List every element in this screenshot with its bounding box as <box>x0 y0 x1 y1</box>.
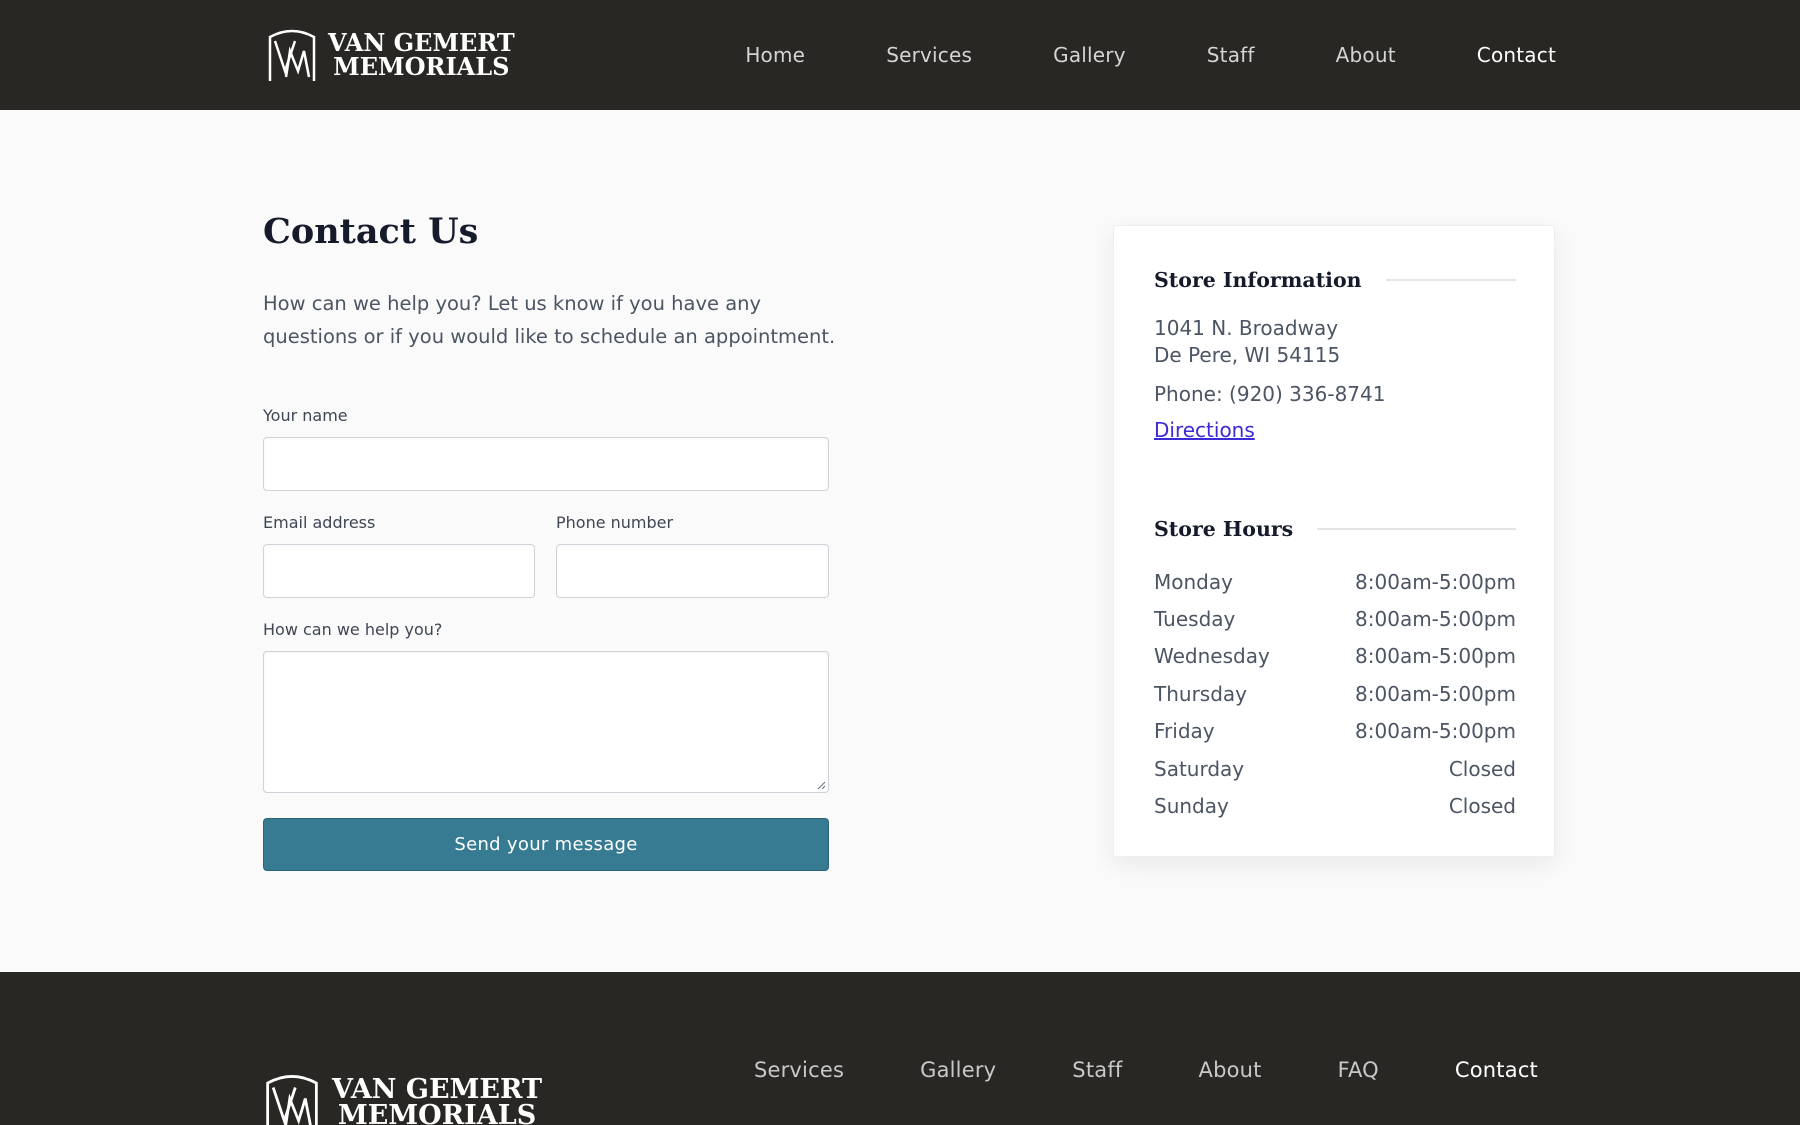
footer-nav-staff[interactable]: Staff <box>1072 1058 1122 1082</box>
footer-nav: Services Gallery Staff About FAQ Contact <box>754 1034 1538 1106</box>
message-label: How can we help you? <box>263 620 443 639</box>
hours-time: 8:00am-5:00pm <box>1355 569 1516 594</box>
vm-monogram-icon <box>266 1075 318 1125</box>
store-address: 1041 N. Broadway De Pere, WI 54115 <box>1154 315 1340 369</box>
address-line-1: 1041 N. Broadway <box>1154 316 1339 340</box>
name-label: Your name <box>263 406 348 425</box>
hours-time: Closed <box>1448 756 1516 781</box>
store-info-heading-row: Store Information <box>1154 268 1516 292</box>
footer-nav-faq[interactable]: FAQ <box>1338 1058 1379 1082</box>
email-input[interactable] <box>264 545 534 597</box>
phone-field-wrapper <box>556 544 829 598</box>
hours-time: 8:00am-5:00pm <box>1355 681 1516 706</box>
nav-services[interactable]: Services <box>886 43 972 67</box>
header-logo[interactable]: VAN GEMERT MEMORIALS <box>266 27 515 83</box>
heading-divider <box>1385 279 1516 281</box>
name-field-wrapper <box>263 437 829 491</box>
logo-line-2: MEMORIALS <box>337 1100 537 1125</box>
nav-contact[interactable]: Contact <box>1477 43 1556 67</box>
hours-time: 8:00am-5:00pm <box>1355 644 1516 669</box>
site-header: VAN GEMERT MEMORIALS Home Services Galle… <box>0 0 1800 110</box>
logo-wordmark: VAN GEMERT MEMORIALS <box>328 31 515 78</box>
store-hours-heading: Store Hours <box>1154 517 1294 541</box>
heading-divider <box>1317 528 1516 530</box>
hours-time: Closed <box>1448 794 1516 819</box>
hours-day: Tuesday <box>1154 607 1236 632</box>
footer-nav-about[interactable]: About <box>1199 1058 1262 1082</box>
hours-day: Saturday <box>1154 756 1245 781</box>
hours-list: Monday 8:00am-5:00pm Tuesday 8:00am-5:00… <box>1154 563 1516 825</box>
store-hours-heading-row: Store Hours <box>1154 517 1516 541</box>
nav-gallery[interactable]: Gallery <box>1053 43 1126 67</box>
resize-handle-icon[interactable] <box>817 781 826 790</box>
name-input[interactable] <box>264 438 828 490</box>
footer-nav-services[interactable]: Services <box>754 1058 844 1082</box>
nav-about[interactable]: About <box>1336 43 1396 67</box>
hours-day: Wednesday <box>1154 644 1270 669</box>
email-label: Email address <box>263 513 376 532</box>
directions-link[interactable]: Directions <box>1154 418 1255 442</box>
logo-wordmark: VAN GEMERT MEMORIALS <box>332 1075 542 1125</box>
hours-day: Sunday <box>1154 794 1229 819</box>
hours-time: 8:00am-5:00pm <box>1355 607 1516 632</box>
message-textarea[interactable] <box>264 652 828 792</box>
hours-row-saturday: Saturday Closed <box>1154 750 1516 787</box>
hours-time: 8:00am-5:00pm <box>1355 719 1516 744</box>
nav-home[interactable]: Home <box>745 43 805 67</box>
phone-label: Phone number <box>556 513 674 532</box>
hours-row-friday: Friday 8:00am-5:00pm <box>1154 713 1516 750</box>
footer-logo[interactable]: VAN GEMERT MEMORIALS <box>262 1072 542 1125</box>
store-phone: Phone: (920) 336-8741 <box>1154 382 1386 406</box>
hours-row-wednesday: Wednesday 8:00am-5:00pm <box>1154 638 1516 675</box>
logo-line-2: MEMORIALS <box>333 52 510 81</box>
hours-day: Friday <box>1154 719 1215 744</box>
footer-nav-gallery[interactable]: Gallery <box>920 1058 996 1082</box>
page-title: Contact Us <box>263 211 479 252</box>
footer-nav-contact[interactable]: Contact <box>1455 1058 1538 1082</box>
site-footer: VAN GEMERT MEMORIALS Services Gallery St… <box>0 972 1800 1125</box>
send-message-button[interactable]: Send your message <box>263 818 829 871</box>
hours-day: Thursday <box>1154 681 1247 706</box>
hours-day: Monday <box>1154 569 1233 594</box>
email-field-wrapper <box>263 544 535 598</box>
message-field-wrapper <box>263 651 829 793</box>
store-info-heading: Store Information <box>1154 268 1362 292</box>
hours-row-thursday: Thursday 8:00am-5:00pm <box>1154 675 1516 712</box>
phone-input[interactable] <box>557 545 828 597</box>
header-nav: Home Services Gallery Staff About Contac… <box>745 0 1556 110</box>
store-info-card: Store Information 1041 N. Broadway De Pe… <box>1113 225 1555 857</box>
vm-monogram-icon <box>268 29 316 81</box>
hours-row-sunday: Sunday Closed <box>1154 787 1516 824</box>
intro-text: How can we help you? Let us know if you … <box>263 292 836 348</box>
address-line-2: De Pere, WI 54115 <box>1154 343 1341 367</box>
hours-row-monday: Monday 8:00am-5:00pm <box>1154 563 1516 600</box>
nav-staff[interactable]: Staff <box>1207 43 1255 67</box>
hours-row-tuesday: Tuesday 8:00am-5:00pm <box>1154 600 1516 637</box>
